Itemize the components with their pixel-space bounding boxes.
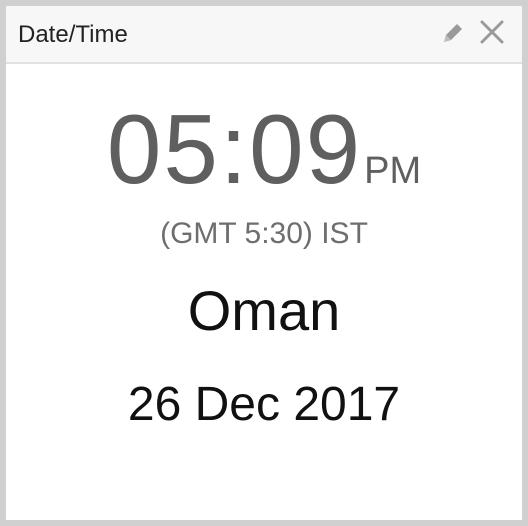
clock-display: 05:09PM bbox=[6, 94, 522, 204]
edit-button[interactable] bbox=[440, 20, 466, 46]
timezone-label: (GMT 5:30) IST bbox=[160, 217, 368, 250]
clock-period: PM bbox=[364, 150, 422, 192]
pencil-icon bbox=[444, 24, 462, 42]
widget-title: Date/Time bbox=[18, 21, 128, 48]
close-button[interactable] bbox=[479, 19, 505, 45]
clock-time: 05:09 bbox=[106, 94, 363, 204]
location-name: Oman bbox=[187, 279, 341, 342]
widget-header: Date/Time bbox=[6, 6, 522, 64]
date-time-widget: Date/Time 05:09PM (GMT 5:30) IST Oman 26… bbox=[0, 0, 528, 526]
current-date: 26 Dec 2017 bbox=[127, 378, 401, 431]
close-icon bbox=[480, 20, 504, 44]
